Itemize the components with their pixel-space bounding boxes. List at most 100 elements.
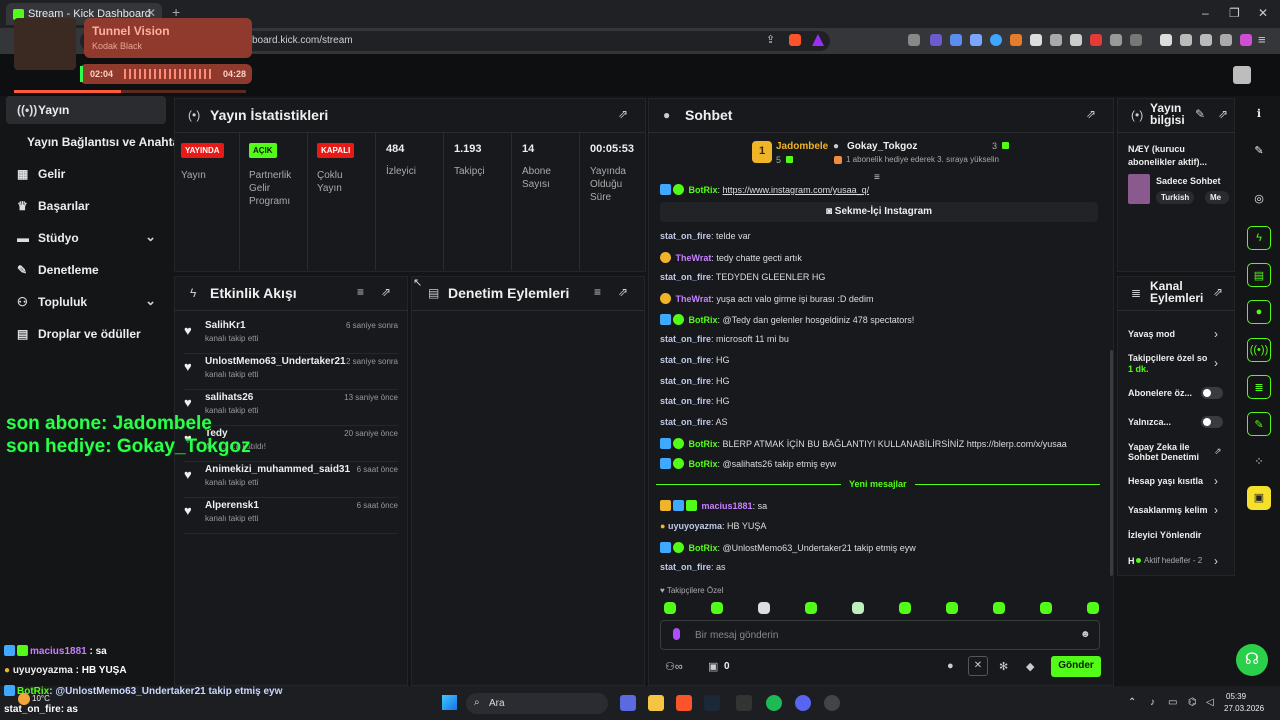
spotify-icon[interactable] (766, 695, 782, 711)
sidebar-item-gelir[interactable]: ▦ Gelir (6, 160, 166, 188)
tray-chevron-icon[interactable]: ⌃ (1128, 697, 1136, 708)
info-icon[interactable]: ℹ (1247, 102, 1271, 126)
chat-scrollbar[interactable] (1110, 350, 1113, 576)
emote-icon[interactable] (711, 602, 723, 614)
send-button[interactable]: Gönder (1051, 656, 1101, 677)
file-explorer-icon[interactable] (648, 695, 664, 711)
activity-row[interactable]: ♥ Animekizi_muhammed_said31 kanalı takip e… (184, 462, 398, 498)
category-name[interactable]: Sadece Sohbet (1156, 176, 1221, 186)
chat-username[interactable]: stat_on_fire (660, 231, 711, 241)
broadcast-icon[interactable]: ((•)) (1247, 338, 1271, 362)
extension-3-icon[interactable] (950, 34, 962, 46)
chat-username[interactable]: BotRix (689, 543, 718, 553)
leader-user-2[interactable]: Gokay_Tokgoz (847, 141, 917, 152)
network-icon[interactable]: ⌬ (1188, 697, 1197, 708)
popout-icon[interactable]: ⇗ (618, 107, 628, 121)
emote-icon[interactable] (946, 602, 958, 614)
chevron-right-icon[interactable]: › (1214, 474, 1218, 488)
chevron-right-icon[interactable]: › (1214, 356, 1218, 370)
popout-icon[interactable]: ⇗ (1086, 107, 1096, 121)
chat-username[interactable]: stat_on_fire (660, 417, 711, 427)
support-headset-icon[interactable]: ☊ (1236, 644, 1268, 676)
leader-user-1[interactable]: Jadombele (776, 141, 828, 152)
chat-username[interactable]: uyuyoyazma (668, 521, 722, 531)
banned-words-item[interactable]: Yasaklanmış kelim (1128, 505, 1210, 515)
leo-ai-icon[interactable] (1240, 34, 1252, 46)
chat-username[interactable]: BotRix (689, 459, 718, 469)
activity-row[interactable]: ♥ SalihKr1 kanalı takip etti 6 saniye sonra (184, 318, 398, 354)
windows-start-icon[interactable] (442, 695, 457, 710)
chat-username[interactable]: macius1881 (702, 501, 753, 511)
chat-username[interactable]: stat_on_fire (660, 376, 711, 386)
extensions-icon[interactable] (1200, 34, 1212, 46)
emote-only-toggle[interactable] (1201, 416, 1223, 428)
wallet-icon[interactable] (1180, 34, 1192, 46)
clock-date[interactable]: 27.03.2026 (1224, 704, 1264, 713)
emoji-icon[interactable]: ☻ (1080, 629, 1091, 640)
store-icon[interactable] (620, 695, 636, 711)
emote-icon[interactable] (899, 602, 911, 614)
microphone-icon[interactable] (673, 628, 680, 640)
microphone-icon[interactable]: ♪ (1150, 697, 1155, 708)
extension-12-icon[interactable] (1130, 34, 1142, 46)
sliders-icon[interactable]: ≣ (1247, 375, 1271, 399)
activity-row[interactable]: ♥ Alperensk1 kanalı takip etti 6 saat önce (184, 498, 398, 534)
extension-10-icon[interactable] (1090, 34, 1102, 46)
discord-icon[interactable] (795, 695, 811, 711)
external-link-icon[interactable]: ⇗ (1214, 446, 1222, 457)
sidebar-item-stream-key[interactable]: Yayın Bağlantısı ve Anahtarı (6, 128, 187, 156)
chat-icon[interactable]: ● (1247, 300, 1271, 324)
brave-shield-icon[interactable] (789, 34, 801, 46)
chat-username[interactable]: stat_on_fire (660, 334, 711, 344)
emote-icon[interactable] (758, 602, 770, 614)
clock-time[interactable]: 05:39 (1226, 692, 1246, 701)
sidebar-toggle-icon[interactable] (1160, 34, 1172, 46)
sidebar-item-topluluk[interactable]: ⚇ Topluluk ⌄ (6, 288, 166, 316)
extension-2-icon[interactable] (930, 34, 942, 46)
close-window-icon[interactable]: ✕ (1258, 6, 1268, 20)
popout-icon[interactable]: ⇗ (1213, 285, 1223, 299)
popout-icon[interactable]: ⇗ (381, 285, 391, 299)
extension-6-icon[interactable] (1010, 34, 1022, 46)
extension-9-icon[interactable] (1070, 34, 1082, 46)
vpn-icon[interactable] (1220, 34, 1232, 46)
brave-browser-icon[interactable] (676, 695, 692, 711)
chat-username[interactable]: stat_on_fire (660, 272, 711, 282)
sidebar-item-yayin[interactable]: ((•)) Yayın (6, 96, 166, 124)
obs-icon[interactable] (824, 695, 840, 711)
chat-bubble-icon[interactable]: ● (947, 660, 954, 672)
clapper-icon[interactable]: ▣ (1247, 486, 1271, 510)
sidebar-item-studyo[interactable]: ▬ Stüdyo ⌄ (6, 224, 166, 252)
popout-icon[interactable]: ⇗ (1218, 107, 1228, 121)
account-age-item[interactable]: Hesap yaşı kısıtla (1128, 476, 1210, 486)
browser-menu-icon[interactable]: ≡ (1258, 32, 1266, 47)
ai-moderation-item[interactable]: Yapay Zeka ile Sohbet Denetimi (1128, 442, 1208, 462)
extension-11-icon[interactable] (1110, 34, 1122, 46)
settings-gear-icon[interactable]: ✻ (999, 660, 1008, 673)
popout-icon[interactable]: ⇗ (618, 285, 628, 299)
activity-username[interactable]: salihats26 (205, 392, 253, 403)
extension-8-icon[interactable] (1050, 34, 1062, 46)
activity-username[interactable]: Alperensk1 (205, 500, 259, 511)
chat-username[interactable]: TheWrat (676, 294, 712, 304)
chat-username[interactable]: BotRix (689, 185, 718, 195)
lightning-icon[interactable]: ϟ (1247, 226, 1271, 250)
emote-icon[interactable] (1040, 602, 1052, 614)
apps-icon[interactable]: ⁘ (1247, 450, 1271, 474)
clipboard-icon[interactable]: ▤ (1247, 263, 1271, 287)
chevron-right-icon[interactable]: › (1214, 554, 1218, 568)
user-avatar[interactable] (1233, 66, 1251, 84)
chevron-right-icon[interactable]: › (1214, 503, 1218, 517)
emote-icon[interactable] (805, 602, 817, 614)
activity-row[interactable]: ♥ UnlostMemo63_Undertaker21 kanalı takip e… (184, 354, 398, 390)
emote-icon[interactable] (852, 602, 864, 614)
chat-username[interactable]: TheWrat (676, 253, 712, 263)
sidebar-item-droplar[interactable]: ▤ Droplar ve ödüller (6, 320, 166, 348)
share-icon[interactable]: ⇪ (766, 33, 775, 46)
activity-row[interactable]: ♥ salihats26 kanalı takip etti 13 saniye ön… (184, 390, 398, 426)
pencil-icon[interactable]: ✎ (1247, 139, 1271, 163)
emote-icon[interactable] (993, 602, 1005, 614)
monitor-icon[interactable]: ▭ (1168, 697, 1177, 708)
extension-7-icon[interactable] (1030, 34, 1042, 46)
extension-4-icon[interactable] (970, 34, 982, 46)
